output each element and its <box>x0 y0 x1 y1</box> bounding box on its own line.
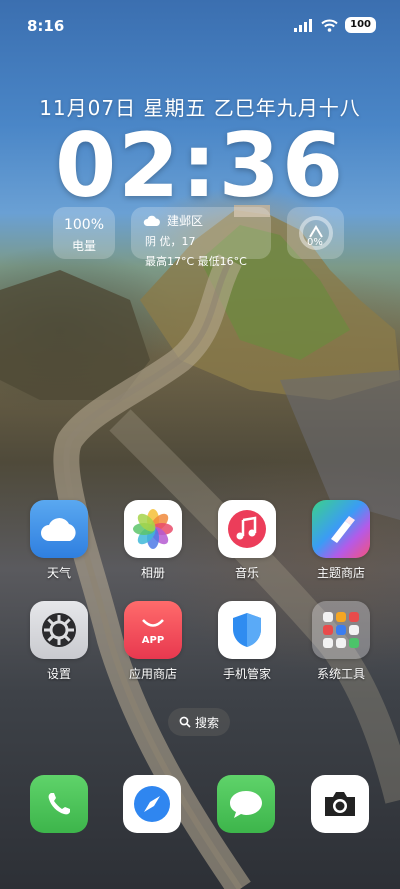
app-store-badge: APP <box>141 635 165 646</box>
status-icons: 100 <box>294 17 376 33</box>
photos-flower-icon <box>124 500 182 558</box>
weather-high-low: 最高17°C 最低16°C <box>145 255 247 268</box>
search-button[interactable]: 搜索 <box>168 708 230 736</box>
app-theme-store[interactable]: 主题商店 <box>301 500 381 581</box>
status-time: 8:16 <box>27 17 65 35</box>
app-label: 天气 <box>46 566 71 580</box>
folder-grid-icon <box>312 601 370 659</box>
signal-icon <box>294 18 313 32</box>
battery-label: 电量 <box>71 239 96 253</box>
app-photos[interactable]: 相册 <box>113 500 193 581</box>
clock: 02:36 <box>54 114 346 217</box>
gear-icon <box>30 601 88 659</box>
compass-icon <box>123 775 181 833</box>
cloud-icon <box>143 215 160 226</box>
dock-camera[interactable] <box>311 775 369 833</box>
dock-phone[interactable] <box>30 775 88 833</box>
camera-icon <box>311 775 369 833</box>
weather-condition: 阴 优，17 <box>145 235 196 248</box>
app-folder-system-tools[interactable]: 系统工具 <box>301 601 381 682</box>
phone-icon <box>30 775 88 833</box>
battery-percent: 100% <box>63 217 105 233</box>
app-app-store[interactable]: APP 应用商店 <box>113 601 193 682</box>
ring-percent: 0% <box>307 237 323 248</box>
app-music[interactable]: 音乐 <box>207 500 287 581</box>
app-weather[interactable]: 天气 <box>19 500 99 581</box>
wifi-icon <box>321 19 338 32</box>
search-icon <box>179 716 191 728</box>
app-label: 音乐 <box>234 566 259 580</box>
cloud-icon <box>30 500 88 558</box>
app-label: 设置 <box>46 667 71 681</box>
battery-indicator: 100 <box>345 17 376 33</box>
dock-browser[interactable] <box>123 775 181 833</box>
app-phone-manager[interactable]: 手机管家 <box>207 601 287 682</box>
message-bubble-icon <box>217 775 275 833</box>
search-label: 搜索 <box>194 715 219 730</box>
ring-widget[interactable]: 0% <box>287 207 344 259</box>
battery-widget[interactable]: 100% 电量 <box>53 207 115 259</box>
app-label: 手机管家 <box>222 667 271 681</box>
weather-widget[interactable]: 建邺区 阴 优，17 最高17°C 最低16°C <box>131 207 271 268</box>
app-label: 应用商店 <box>128 667 177 681</box>
weather-location: 建邺区 <box>167 214 204 228</box>
paintbrush-icon <box>312 500 370 558</box>
app-label: 系统工具 <box>316 667 365 681</box>
music-note-icon <box>218 500 276 558</box>
dock-messages[interactable] <box>217 775 275 833</box>
shopping-bag-icon: APP <box>124 601 182 659</box>
app-label: 相册 <box>140 566 165 580</box>
shield-icon <box>218 601 276 659</box>
app-settings[interactable]: 设置 <box>19 601 99 682</box>
app-label: 主题商店 <box>316 566 365 580</box>
